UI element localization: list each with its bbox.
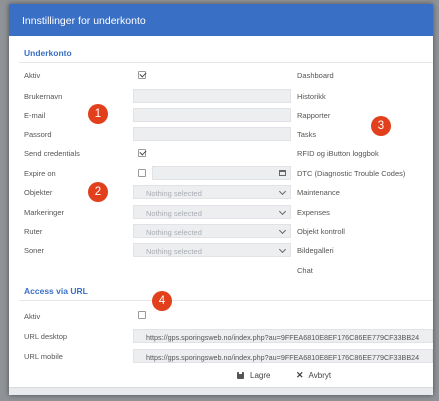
subaccount-settings-dialog: Innstillinger for underkonto Underkonto …	[9, 4, 433, 395]
chevron-down-icon	[278, 207, 287, 216]
ruter-label: Ruter	[24, 227, 43, 236]
permission-bildegalleri: Bildegalleri	[297, 246, 334, 255]
ruter-select[interactable]: Nothing selected	[133, 224, 291, 238]
permission-expenses: Expenses	[297, 208, 330, 217]
soner-label: Soner	[24, 246, 45, 255]
permission-rapporter: Rapporter	[297, 111, 331, 120]
section-divider	[19, 62, 433, 63]
url-mobile-label: URL mobile	[24, 352, 63, 361]
markeringer-select[interactable]: Nothing selected	[133, 205, 291, 219]
send-credentials-label: Send credentials	[24, 149, 80, 158]
annotation-badge-3: 3	[371, 116, 391, 136]
passord-input[interactable]	[133, 127, 291, 141]
aktiv-label: Aktiv	[24, 71, 41, 80]
expire-on-checkbox[interactable]	[138, 169, 146, 177]
save-icon	[237, 371, 244, 379]
section-divider	[19, 300, 433, 301]
annotation-badge-1: 1	[88, 104, 108, 124]
url-desktop-label: URL desktop	[24, 332, 68, 341]
cancel-button[interactable]: ✕ Avbryt	[296, 368, 331, 382]
permission-dtc: DTC (Diagnostic Trouble Codes)	[297, 169, 406, 178]
annotation-badge-4: 4	[152, 291, 172, 311]
permission-historikk: Historikk	[297, 92, 326, 101]
url-mobile-input[interactable]: https://gps.sporingsweb.no/index.php?au=…	[133, 349, 433, 363]
objekter-label: Objekter	[24, 188, 53, 197]
soner-selected-value: Nothing selected	[146, 246, 202, 256]
permission-chat: Chat	[297, 266, 313, 275]
chevron-down-icon	[278, 187, 287, 196]
brukernavn-label: Brukernavn	[24, 92, 63, 101]
markeringer-label: Markeringer	[24, 208, 65, 217]
objekter-select[interactable]: Nothing selected	[133, 185, 291, 199]
brukernavn-input[interactable]	[133, 89, 291, 103]
section-title-underkonto: Underkonto	[24, 48, 72, 58]
aktiv-checkbox[interactable]	[138, 71, 146, 79]
section-title-access-url: Access via URL	[24, 286, 88, 296]
passord-label: Passord	[24, 130, 52, 139]
email-label: E-mail	[24, 111, 46, 120]
permission-objekt-kontroll: Objekt kontroll	[297, 227, 345, 236]
email-input[interactable]	[133, 108, 291, 122]
chevron-down-icon	[278, 245, 287, 254]
permission-rfid-loggbok: RFID og iButton loggbok	[297, 149, 379, 158]
send-credentials-checkbox[interactable]	[138, 149, 146, 157]
access-aktiv-checkbox[interactable]	[138, 311, 146, 319]
save-button-label: Lagre	[250, 370, 271, 380]
calendar-icon[interactable]	[279, 170, 286, 176]
ruter-selected-value: Nothing selected	[146, 227, 202, 237]
soner-select[interactable]: Nothing selected	[133, 243, 291, 257]
expire-date-input[interactable]	[152, 166, 291, 180]
annotation-badge-2: 2	[88, 182, 108, 202]
dialog-title: Innstillinger for underkonto	[22, 15, 146, 27]
permission-dashboard: Dashboard	[297, 71, 334, 80]
expire-on-label: Expire on	[24, 169, 56, 178]
chevron-down-icon	[278, 226, 287, 235]
permission-maintenance: Maintenance	[297, 188, 340, 197]
permission-tasks: Tasks	[297, 130, 317, 139]
save-button[interactable]: Lagre	[237, 368, 270, 382]
access-aktiv-label: Aktiv	[24, 312, 41, 321]
dialog-title-bar: Innstillinger for underkonto	[9, 4, 433, 36]
cancel-button-label: Avbryt	[308, 370, 332, 380]
url-desktop-input[interactable]: https://gps.sporingsweb.no/index.php?au=…	[133, 329, 433, 343]
dialog-footer	[9, 387, 433, 395]
objekter-selected-value: Nothing selected	[146, 188, 202, 198]
close-icon: ✕	[296, 369, 304, 380]
markeringer-selected-value: Nothing selected	[146, 208, 202, 218]
